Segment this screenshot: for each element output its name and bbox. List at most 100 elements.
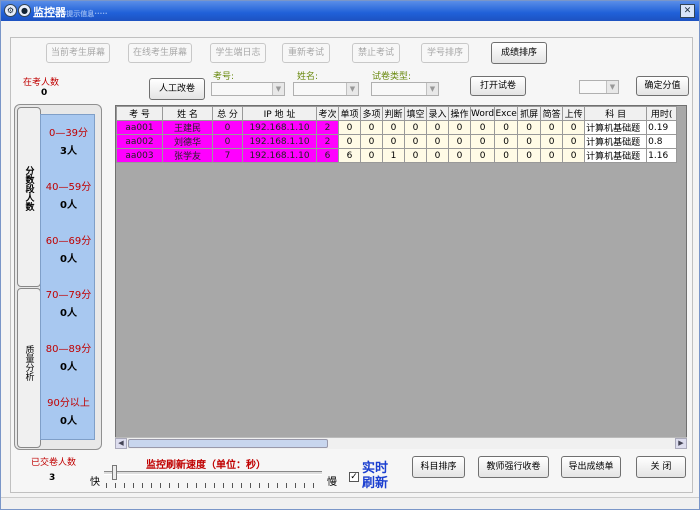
cell-ip: 192.168.1.10 xyxy=(242,120,317,135)
manual-grade-button[interactable]: 人工改卷 xyxy=(149,78,205,100)
cell-score: 0 xyxy=(562,120,586,135)
cell-ip: 192.168.1.10 xyxy=(242,134,317,149)
name-combo[interactable]: ▼ xyxy=(293,82,359,96)
online-count: 0 xyxy=(41,88,48,98)
student-log-button[interactable]: 学生端日志 xyxy=(210,43,266,63)
col-attempts[interactable]: 考次 xyxy=(316,106,339,121)
paper-type-combo[interactable]: ▼ xyxy=(371,82,439,96)
cell-score: 0 xyxy=(448,120,471,135)
cell-exam-no: aa002 xyxy=(116,134,163,149)
cell-score: 0 xyxy=(540,134,564,149)
results-grid[interactable]: 考 号 姓 名 总 分 IP 地 址 考次 单项 多项 判断 填空 录入 操作 … xyxy=(115,105,687,449)
band-count: 0人 xyxy=(60,200,77,211)
table-row[interactable]: aa003 张学友 7 192.168.1.10 6 6 0 1 0 0 0 0… xyxy=(116,148,678,163)
scroll-right-icon[interactable]: ▶ xyxy=(675,438,687,449)
refresh-speed-slider[interactable] xyxy=(102,465,324,491)
cell-score: 0 xyxy=(404,120,427,135)
tab-quality-analysis[interactable]: 质量分析 xyxy=(17,288,41,448)
slider-track xyxy=(104,471,322,475)
exam-no-combo[interactable]: ▼ xyxy=(211,82,285,96)
cell-subject: 计算机基础题 xyxy=(584,148,648,163)
export-scores-button[interactable]: 导出成绩单 xyxy=(561,456,621,478)
scroll-thumb[interactable] xyxy=(128,439,328,448)
online-label: 在考人数 xyxy=(23,78,60,88)
cell-score: 0 xyxy=(540,120,564,135)
pin-icon[interactable]: ● xyxy=(18,4,31,17)
app-icon: ⚙ xyxy=(4,4,17,17)
ban-exam-button[interactable]: 禁止考试 xyxy=(352,43,400,63)
col-fill[interactable]: 填空 xyxy=(404,106,427,121)
horizontal-scrollbar[interactable]: ◀ ▶ xyxy=(115,437,687,449)
cell-score: 0 xyxy=(360,134,383,149)
cell-score: 0 xyxy=(517,148,542,163)
retake-exam-button[interactable]: 重新考试 xyxy=(282,43,330,63)
id-sort-button[interactable]: 学号排序 xyxy=(421,43,469,63)
close-button[interactable]: 关 闭 xyxy=(636,456,686,478)
close-icon[interactable]: ✕ xyxy=(680,4,695,18)
col-subject[interactable]: 科 目 xyxy=(584,106,648,121)
cell-score: 0 xyxy=(338,120,361,135)
col-multi[interactable]: 多项 xyxy=(360,106,383,121)
confirm-score-button[interactable]: 确定分值 xyxy=(636,76,689,96)
cell-attempts: 2 xyxy=(316,120,339,135)
cell-score: 0 xyxy=(494,120,519,135)
cell-time: 1.16 xyxy=(646,148,678,163)
col-judge[interactable]: 判断 xyxy=(382,106,405,121)
paper-type-label: 试卷类型: xyxy=(372,72,412,82)
table-row[interactable]: aa002 刘德华 0 192.168.1.10 2 0 0 0 0 0 0 0… xyxy=(116,134,678,149)
band-count: 0人 xyxy=(60,254,77,265)
col-name[interactable]: 姓 名 xyxy=(162,106,213,121)
cell-exam-no: aa001 xyxy=(116,120,163,135)
col-exam-no[interactable]: 考 号 xyxy=(116,106,163,121)
col-capture[interactable]: 抓屏 xyxy=(517,106,542,121)
monitor-window: ⚙ ● 监控器 ·····提示信息····· ✕ 当前考生屏幕 在线考生屏幕 学… xyxy=(0,0,700,510)
force-collect-button[interactable]: 教师强行收卷 xyxy=(478,456,549,478)
cell-score: 0 xyxy=(448,134,471,149)
cell-score: 0 xyxy=(494,148,519,163)
col-word[interactable]: Word xyxy=(469,106,496,121)
score-value-combo[interactable]: ▼ xyxy=(579,80,619,94)
online-screen-button[interactable]: 在线考生屏幕 xyxy=(128,43,192,63)
chevron-down-icon: ▼ xyxy=(346,83,358,95)
score-band-list: 0—39分 3人 40—59分 0人 60—69分 0人 70—79分 0人 8… xyxy=(40,114,95,440)
subject-sort-button[interactable]: 科目排序 xyxy=(412,456,465,478)
score-sort-button[interactable]: 成绩排序 xyxy=(491,42,547,64)
cell-score: 0 xyxy=(360,120,383,135)
band-range: 60—69分 xyxy=(45,236,92,247)
col-total[interactable]: 总 分 xyxy=(212,106,243,121)
tab-score-bands[interactable]: 分数段人数 xyxy=(17,107,41,287)
current-screen-button[interactable]: 当前考生屏幕 xyxy=(46,43,110,63)
open-paper-button[interactable]: 打开试卷 xyxy=(470,76,526,96)
realtime-checkbox[interactable]: ✓ xyxy=(349,472,359,482)
cell-score: 0 xyxy=(426,120,449,135)
cell-score: 6 xyxy=(338,148,361,163)
col-ip[interactable]: IP 地 址 xyxy=(242,106,317,121)
cell-score: 0 xyxy=(494,134,519,149)
submitted-count: 3 xyxy=(49,473,56,483)
col-time[interactable]: 用时( xyxy=(646,106,678,121)
col-typing[interactable]: 录入 xyxy=(426,106,449,121)
cell-ip: 192.168.1.10 xyxy=(242,148,317,163)
col-excel[interactable]: Exce xyxy=(494,106,519,121)
band-range: 80—89分 xyxy=(45,344,92,355)
cell-score: 0 xyxy=(562,134,586,149)
cell-name: 张学友 xyxy=(162,148,213,163)
cell-score: 0 xyxy=(540,148,564,163)
slider-thumb[interactable] xyxy=(112,465,117,480)
cell-score: 0 xyxy=(338,134,361,149)
col-single[interactable]: 单项 xyxy=(338,106,361,121)
results-table: 考 号 姓 名 总 分 IP 地 址 考次 单项 多项 判断 填空 录入 操作 … xyxy=(116,106,678,163)
cell-time: 0.8 xyxy=(646,134,678,149)
cell-name: 王建民 xyxy=(162,120,213,135)
scroll-left-icon[interactable]: ◀ xyxy=(115,438,127,449)
band-range: 40—59分 xyxy=(45,182,92,193)
realtime-label: 实时刷新 xyxy=(362,461,389,491)
col-operation[interactable]: 操作 xyxy=(448,106,471,121)
title-bar: ⚙ ● 监控器 ·····提示信息····· ✕ xyxy=(1,1,699,21)
col-upload[interactable]: 上传 xyxy=(562,106,586,121)
cell-subject: 计算机基础题 xyxy=(584,134,648,149)
col-short-answer[interactable]: 简答 xyxy=(540,106,564,121)
table-row[interactable]: aa001 王建民 0 192.168.1.10 2 0 0 0 0 0 0 0… xyxy=(116,120,678,135)
band-range: 70—79分 xyxy=(45,290,92,301)
cell-name: 刘德华 xyxy=(162,134,213,149)
